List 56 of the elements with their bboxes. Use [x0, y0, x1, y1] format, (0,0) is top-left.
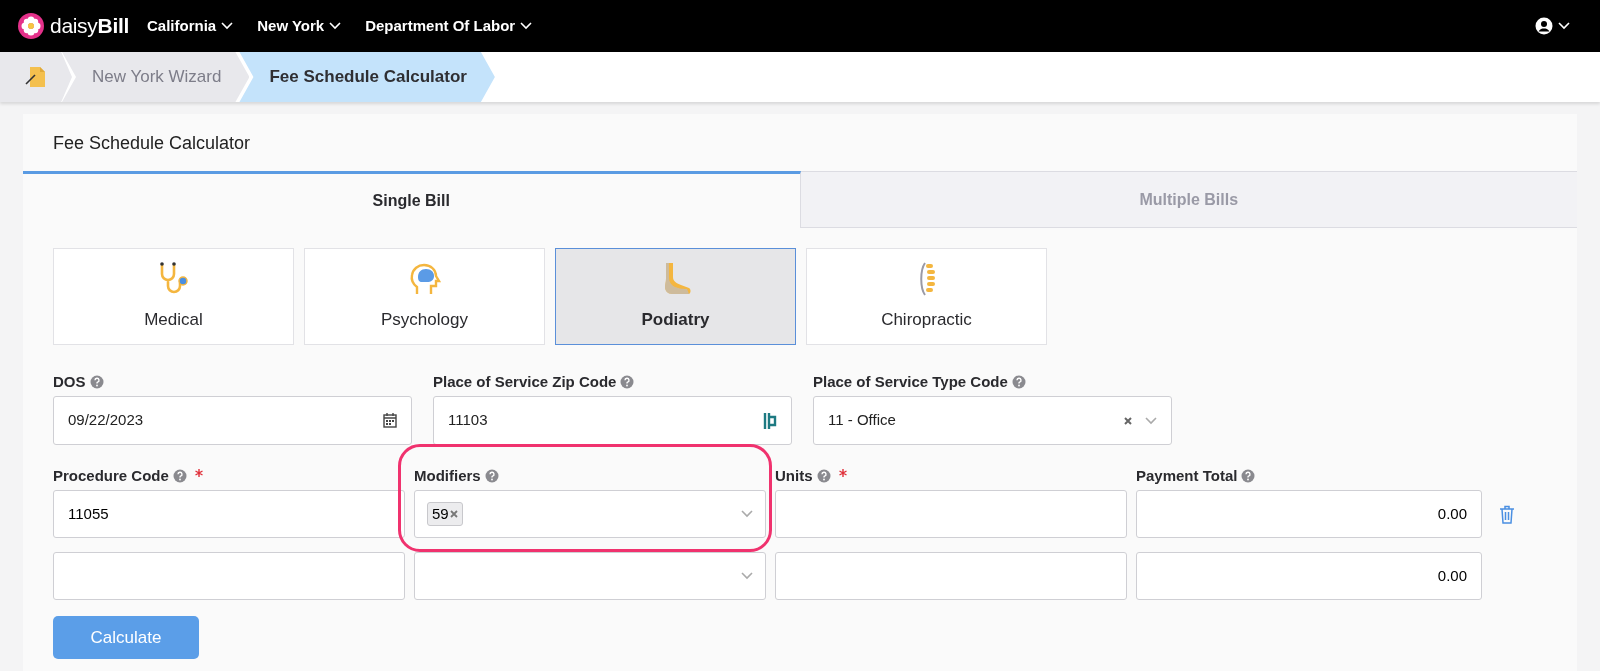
help-icon — [484, 469, 499, 483]
home-breadcrumb[interactable] — [0, 52, 72, 102]
input-field[interactable] — [53, 552, 405, 600]
select-field[interactable]: 59 — [414, 490, 766, 538]
bars-icon — [763, 410, 777, 431]
help-icon — [172, 469, 187, 483]
field-label: Place of Service Zip Code — [433, 371, 792, 389]
column-label: Payment Total — [1136, 465, 1488, 483]
calendar-icon — [383, 413, 397, 428]
input-field[interactable] — [775, 552, 1127, 600]
chevron-down-icon — [520, 22, 533, 30]
modifier-tag: 59 — [427, 502, 463, 526]
input-field[interactable]: 0.00 — [1136, 490, 1482, 538]
chevron-down-icon — [221, 22, 234, 30]
column-label: Procedure Code — [53, 465, 405, 483]
input-field[interactable]: 11055 — [53, 490, 405, 538]
chevron-down-icon — [1145, 416, 1157, 425]
card-title: Fee Schedule Calculator — [52, 132, 252, 155]
breadcrumb-item[interactable]: Fee Schedule Calculator — [239, 52, 495, 102]
tab[interactable]: Single Bill — [23, 171, 801, 228]
help-icon — [89, 375, 104, 389]
chevron-down-icon — [741, 572, 753, 580]
flower-logo-icon — [18, 13, 44, 39]
user-icon — [1535, 17, 1553, 35]
column-label: Units — [775, 465, 1127, 483]
nav-menu[interactable]: California — [147, 14, 234, 38]
field-label: DOS — [53, 371, 412, 389]
select-field[interactable] — [414, 552, 766, 600]
specialty-tile[interactable]: Podiatry — [555, 248, 796, 345]
specialty-tile[interactable]: Medical — [53, 248, 294, 345]
help-icon — [1011, 375, 1026, 389]
chevron-down-icon — [741, 510, 753, 518]
brand-name: daisyBill — [50, 13, 129, 40]
account-menu[interactable] — [1535, 17, 1570, 35]
input-field[interactable] — [775, 490, 1127, 538]
help-icon — [816, 469, 831, 483]
clear-icon[interactable] — [1123, 415, 1133, 426]
column-label: Modifiers — [414, 465, 766, 483]
chevron-down-icon — [1558, 22, 1570, 30]
remove-icon[interactable] — [449, 510, 458, 518]
required-asterisk-icon — [838, 469, 847, 477]
wizard-wand-icon — [25, 65, 47, 89]
date-field[interactable]: 09/22/2023 — [53, 396, 412, 445]
field-label: Place of Service Type Code — [813, 371, 1172, 389]
select-field[interactable]: 11 - Office — [813, 396, 1172, 445]
nav-menu[interactable]: New York — [257, 14, 342, 38]
input-field[interactable]: 11103 — [433, 396, 792, 445]
help-icon — [620, 375, 635, 389]
help-icon — [1241, 469, 1256, 483]
specialty-tile[interactable]: Chiropractic — [806, 248, 1047, 345]
trash-icon[interactable] — [1499, 504, 1515, 524]
required-asterisk-icon — [194, 469, 203, 477]
nav-menu[interactable]: Department Of Labor — [365, 14, 533, 38]
specialty-tile[interactable]: Psychology — [304, 248, 545, 345]
input-field[interactable]: 0.00 — [1136, 552, 1482, 600]
chevron-down-icon — [329, 22, 342, 30]
